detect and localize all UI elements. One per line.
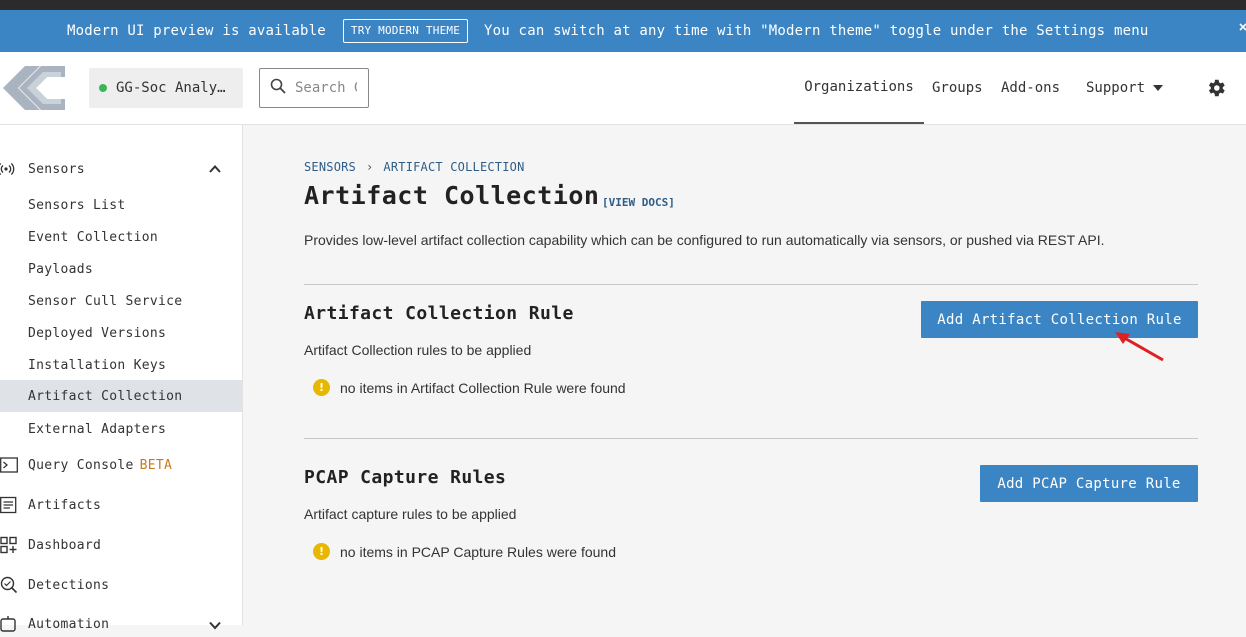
add-pcap-capture-rule-button[interactable]: Add PCAP Capture Rule	[980, 465, 1198, 502]
modern-ui-banner: Modern UI preview is available TRY MODER…	[0, 10, 1246, 52]
sidebar-automation-label: Automation	[28, 616, 110, 632]
sidebar-item-query-console[interactable]: Query Console BETA	[0, 455, 242, 475]
sidebar-item-installation-keys[interactable]: Installation Keys	[0, 349, 242, 381]
breadcrumb-separator: ›	[365, 160, 374, 174]
banner-message: Modern UI preview is available	[67, 23, 326, 39]
document-list-icon	[0, 496, 18, 514]
page-description: Provides low-level artifact collection c…	[304, 232, 1105, 248]
sidebar-item-artifact-collection[interactable]: Artifact Collection	[0, 380, 242, 412]
banner-hint: You can switch at any time with "Modern …	[484, 23, 1149, 39]
sidebar-item-payloads[interactable]: Payloads	[0, 253, 242, 285]
sidebar-item-deployed-versions[interactable]: Deployed Versions	[0, 317, 242, 349]
section-title-artifact-collection-rule: Artifact Collection Rule	[304, 303, 574, 324]
window-top-strip	[0, 0, 1246, 10]
warning-icon: !	[313, 379, 330, 396]
sidebar-item-label: External Adapters	[28, 421, 167, 437]
nav-support-label: Support	[1086, 80, 1146, 96]
section-subtitle: Artifact Collection rules to be applied	[304, 342, 532, 358]
warning-icon: !	[313, 543, 330, 560]
caret-down-icon	[1153, 85, 1164, 91]
detections-search-icon	[0, 576, 18, 594]
query-console-text: Query Console	[28, 457, 134, 473]
top-header: GG-Soc Analy… Organizations Groups Add-o…	[0, 52, 1246, 125]
nav-groups[interactable]: Groups	[932, 52, 983, 124]
sidebar-section-sensors[interactable]: Sensors	[0, 159, 242, 179]
divider	[304, 284, 1198, 285]
sidebar-item-automation[interactable]: Automation	[0, 614, 242, 634]
view-docs-link[interactable]: [VIEW DOCS]	[602, 196, 675, 209]
breadcrumb-sensors[interactable]: SENSORS	[304, 160, 356, 174]
try-modern-theme-button[interactable]: TRY MODERN THEME	[342, 19, 469, 43]
search-box[interactable]	[259, 68, 369, 108]
nav-addons[interactable]: Add-ons	[1001, 52, 1060, 124]
sidebar-item-label: Event Collection	[28, 229, 159, 245]
sidebar: Sensors Sensors List Event Collection Pa…	[0, 125, 243, 632]
divider	[304, 438, 1198, 439]
settings-gear-icon[interactable]	[1205, 77, 1227, 99]
beta-badge: BETA	[139, 457, 173, 473]
sensor-broadcast-icon	[0, 160, 18, 178]
search-icon	[260, 78, 286, 98]
dashboard-grid-icon	[0, 536, 18, 554]
sidebar-item-sensors-list[interactable]: Sensors List	[0, 189, 242, 221]
sidebar-item-label: Deployed Versions	[28, 325, 167, 341]
sidebar-detections-label: Detections	[28, 577, 110, 593]
sidebar-item-artifacts[interactable]: Artifacts	[0, 495, 242, 515]
chevron-up-icon[interactable]	[208, 162, 222, 176]
sidebar-dashboard-label: Dashboard	[28, 537, 102, 553]
empty-state-artifact-rules: ! no items in Artifact Collection Rule w…	[313, 379, 626, 396]
sidebar-item-label: Payloads	[28, 261, 94, 277]
sidebar-item-event-collection[interactable]: Event Collection	[0, 221, 242, 253]
empty-message: no items in PCAP Capture Rules were foun…	[340, 543, 616, 560]
search-input[interactable]	[295, 80, 357, 96]
nav-support[interactable]: Support	[1086, 52, 1164, 124]
chevron-down-icon[interactable]	[208, 618, 222, 632]
sidebar-item-detections[interactable]: Detections	[0, 575, 242, 595]
org-status-dot	[99, 84, 107, 92]
annotation-arrow-icon	[1113, 330, 1167, 364]
page-title: Artifact Collection	[304, 181, 600, 210]
empty-message: no items in Artifact Collection Rule wer…	[340, 379, 626, 396]
sidebar-item-dashboard[interactable]: Dashboard	[0, 535, 242, 555]
sidebar-sensors-label: Sensors	[28, 161, 85, 177]
sidebar-item-label: Sensor Cull Service	[28, 293, 183, 309]
section-subtitle: Artifact capture rules to be applied	[304, 506, 517, 522]
banner-dismiss-icon[interactable]	[1232, 20, 1246, 38]
sidebar-item-external-adapters[interactable]: External Adapters	[0, 413, 242, 445]
sidebar-item-label: Installation Keys	[28, 357, 167, 373]
sidebar-item-sensor-cull-service[interactable]: Sensor Cull Service	[0, 285, 242, 317]
organization-selector[interactable]: GG-Soc Analy…	[89, 68, 243, 108]
empty-state-pcap-rules: ! no items in PCAP Capture Rules were fo…	[313, 543, 616, 560]
section-title-pcap-capture-rules: PCAP Capture Rules	[304, 467, 507, 488]
sidebar-query-console-label: Query Console BETA	[28, 458, 172, 473]
sidebar-item-label: Sensors List	[28, 197, 126, 213]
sidebar-item-label: Artifact Collection	[28, 388, 183, 404]
terminal-icon	[0, 456, 18, 474]
automation-robot-icon	[0, 615, 18, 633]
nav-organizations[interactable]: Organizations	[794, 52, 924, 124]
breadcrumb: SENSORS › ARTIFACT COLLECTION	[304, 160, 525, 174]
limacharlie-logo-icon[interactable]	[3, 63, 65, 113]
org-name: GG-Soc Analy…	[116, 80, 226, 96]
sidebar-artifacts-label: Artifacts	[28, 497, 102, 513]
breadcrumb-current: ARTIFACT COLLECTION	[383, 160, 525, 174]
